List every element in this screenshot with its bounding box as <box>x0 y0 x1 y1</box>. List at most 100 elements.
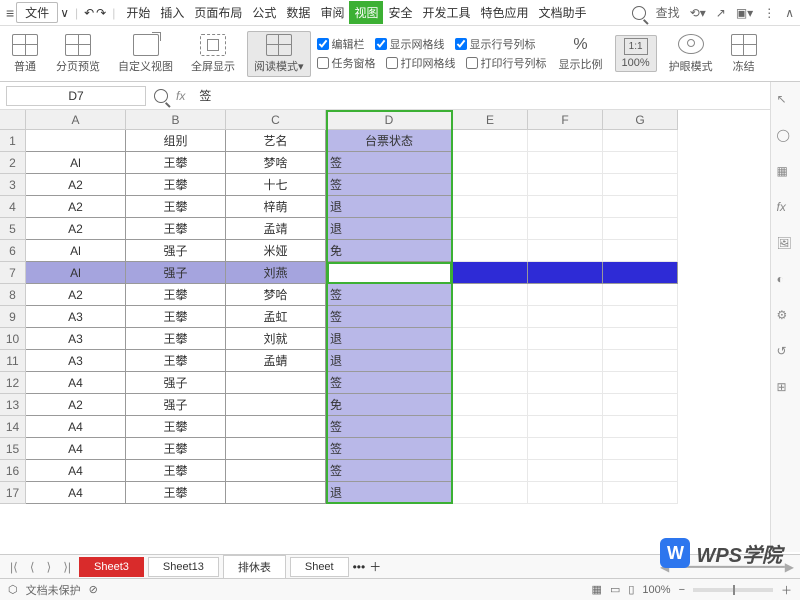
cell[interactable] <box>226 416 326 438</box>
row-6[interactable]: 6 <box>0 240 26 262</box>
cell[interactable] <box>603 482 678 504</box>
hamburger-icon[interactable]: ≡ <box>6 5 14 21</box>
cell[interactable] <box>528 416 603 438</box>
cell[interactable]: 孟靖 <box>226 218 326 240</box>
select-icon[interactable]: ◯ <box>777 128 795 146</box>
cell[interactable] <box>528 218 603 240</box>
row-17[interactable]: 17 <box>0 482 26 504</box>
row-13[interactable]: 13 <box>0 394 26 416</box>
tab-dev[interactable]: 开发工具 <box>417 1 475 24</box>
sync-icon[interactable]: ⟲▾ <box>690 6 706 20</box>
cell[interactable]: 签 <box>326 306 453 328</box>
row-2[interactable]: 2 <box>0 152 26 174</box>
tab-insert[interactable]: 插入 <box>155 1 189 24</box>
cell[interactable] <box>226 394 326 416</box>
cell[interactable]: 孟蜻 <box>226 350 326 372</box>
pagebreak-view-button[interactable]: 分页预览 <box>50 32 106 76</box>
hundred-button[interactable]: 1:1100% <box>615 35 657 72</box>
sheet-tab-3[interactable]: Sheet3 <box>79 557 144 577</box>
cell[interactable]: A2 <box>26 218 126 240</box>
cell[interactable]: 刘燕 <box>226 262 326 284</box>
normal-view-button[interactable]: 普通 <box>6 32 44 76</box>
cell[interactable]: 签 <box>326 416 453 438</box>
check-taskpane[interactable]: 任务窗格 <box>317 55 376 71</box>
cell[interactable]: A3 <box>26 350 126 372</box>
cell[interactable]: Al <box>26 262 126 284</box>
cell[interactable] <box>453 328 528 350</box>
tools-icon[interactable]: ⊞ <box>777 380 795 398</box>
tab-special[interactable]: 特色应用 <box>476 1 534 24</box>
tab-next-icon[interactable]: ⟩ <box>43 560 56 574</box>
tab-last-icon[interactable]: ⟩| <box>59 560 75 574</box>
calendar-icon[interactable]: ▣▾ <box>736 6 753 20</box>
cell[interactable]: 梦哈 <box>226 284 326 306</box>
col-F[interactable]: F <box>528 110 603 130</box>
cell[interactable] <box>528 174 603 196</box>
cell[interactable]: Al <box>26 152 126 174</box>
cell[interactable]: 王攀 <box>126 350 226 372</box>
cell[interactable]: 强子 <box>126 394 226 416</box>
cell[interactable]: 退 <box>326 196 453 218</box>
cell[interactable] <box>603 262 678 284</box>
tab-review[interactable]: 审阅 <box>315 1 349 24</box>
cell[interactable]: 王攀 <box>126 174 226 196</box>
cell[interactable] <box>453 152 528 174</box>
view-grid-icon[interactable]: ▦ <box>592 583 602 596</box>
cell[interactable] <box>453 438 528 460</box>
cell[interactable]: 强子 <box>126 240 226 262</box>
col-D[interactable]: D <box>326 110 453 130</box>
toggle-icon[interactable]: ⊘ <box>89 583 98 596</box>
row-4[interactable]: 4 <box>0 196 26 218</box>
eyecare-button[interactable]: 护眼模式 <box>663 32 719 76</box>
readmode-button[interactable]: 阅读模式▾ <box>247 31 311 77</box>
cell[interactable]: A3 <box>26 306 126 328</box>
cell[interactable]: 王攀 <box>126 328 226 350</box>
formula-bar[interactable]: 签 <box>193 85 794 106</box>
col-G[interactable]: G <box>603 110 678 130</box>
more-icon[interactable]: ⋮ <box>763 6 775 20</box>
tab-view[interactable]: 视图 <box>349 1 383 24</box>
table-icon[interactable]: ▦ <box>777 164 795 182</box>
cell[interactable] <box>453 130 528 152</box>
cell[interactable] <box>453 218 528 240</box>
sheet-tab-13[interactable]: Sheet13 <box>148 557 219 577</box>
cell[interactable]: 梦啥 <box>226 152 326 174</box>
cell[interactable] <box>453 174 528 196</box>
search-icon[interactable] <box>632 6 646 20</box>
cell[interactable]: A4 <box>26 372 126 394</box>
cell[interactable]: 退 <box>326 482 453 504</box>
tab-formula[interactable]: 公式 <box>247 1 281 24</box>
cell[interactable]: 强子 <box>126 372 226 394</box>
cell[interactable] <box>528 240 603 262</box>
cell[interactable]: 签 <box>326 460 453 482</box>
col-B[interactable]: B <box>126 110 226 130</box>
cell[interactable]: 组别 <box>126 130 226 152</box>
cell[interactable] <box>528 130 603 152</box>
row-11[interactable]: 11 <box>0 350 26 372</box>
tab-start[interactable]: 开始 <box>121 1 155 24</box>
col-C[interactable]: C <box>226 110 326 130</box>
collapse-icon[interactable]: ∧ <box>785 6 794 20</box>
check-printgrid[interactable]: 打印网格线 <box>386 55 456 71</box>
cell[interactable] <box>528 438 603 460</box>
cell[interactable] <box>453 482 528 504</box>
cell[interactable] <box>453 240 528 262</box>
cell[interactable]: A2 <box>26 174 126 196</box>
cell[interactable]: A2 <box>26 196 126 218</box>
cell[interactable]: A4 <box>26 460 126 482</box>
cell[interactable]: A2 <box>26 394 126 416</box>
cell[interactable]: 签 <box>326 284 453 306</box>
namebox-search-icon[interactable] <box>154 89 168 103</box>
row-16[interactable]: 16 <box>0 460 26 482</box>
cells-grid[interactable]: 组别艺名台票状态Al王攀梦啥签A2王攀十七签A2王攀梓萌退A2王攀孟靖退Al强子… <box>26 130 678 504</box>
sheet-tab-other[interactable]: Sheet <box>290 557 349 577</box>
tab-dochelp[interactable]: 文档助手 <box>534 1 592 24</box>
cell[interactable]: 强子 <box>126 262 226 284</box>
row-8[interactable]: 8 <box>0 284 26 306</box>
cell[interactable]: 梓萌 <box>226 196 326 218</box>
cell[interactable]: 签 <box>326 262 453 284</box>
cell[interactable]: 艺名 <box>226 130 326 152</box>
sheet-tab-rest[interactable]: 排休表 <box>223 555 286 579</box>
row-12[interactable]: 12 <box>0 372 26 394</box>
check-gridlines[interactable]: 显示网格线 <box>375 36 445 52</box>
